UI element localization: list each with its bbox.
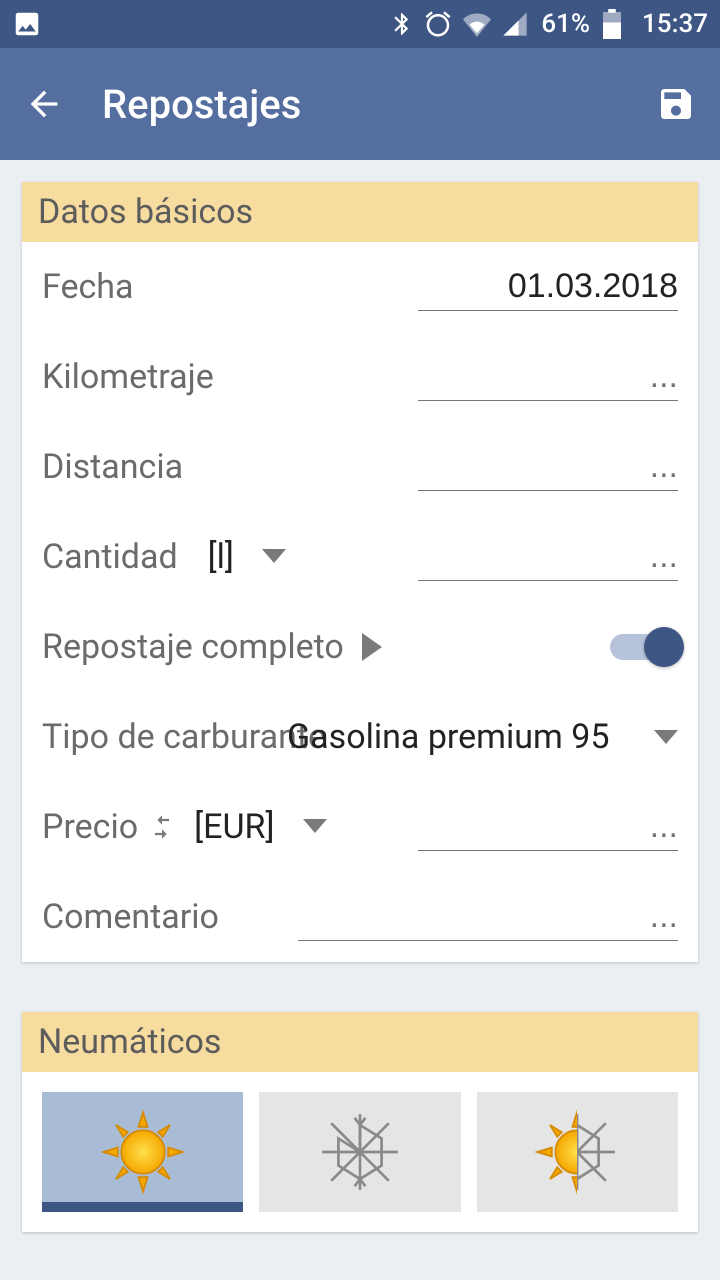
wifi-icon: [461, 10, 493, 38]
sun-icon: [98, 1107, 188, 1197]
page-title: Repostajes: [102, 81, 654, 128]
fuel-type-label: Tipo de carburante: [42, 717, 326, 757]
price-label: Precio: [42, 807, 138, 847]
quantity-label: Cantidad: [42, 537, 178, 577]
toggle-thumb: [644, 627, 684, 667]
distance-input[interactable]: [418, 443, 678, 491]
alarm-icon: [423, 9, 453, 39]
back-button[interactable]: [22, 82, 66, 126]
row-date: Fecha: [22, 242, 698, 332]
chevron-down-icon: [303, 819, 327, 833]
tires-options: [22, 1072, 698, 1232]
odometer-label: Kilometraje: [42, 357, 214, 397]
section-header-tires: Neumáticos: [22, 1012, 698, 1072]
distance-label: Distancia: [42, 447, 183, 487]
clock-time: 15:37: [642, 9, 708, 39]
swap-icon[interactable]: [148, 813, 176, 841]
battery-icon: [602, 9, 622, 39]
date-label: Fecha: [42, 267, 134, 307]
quantity-unit-select[interactable]: [l]: [208, 537, 286, 577]
sun-snow-icon: [532, 1107, 622, 1197]
full-toggle[interactable]: [610, 627, 678, 667]
price-input[interactable]: [418, 803, 678, 851]
chevron-down-icon: [654, 730, 678, 744]
content: Datos básicos Fecha Kilometraje Distanci…: [0, 160, 720, 1280]
save-icon: [656, 84, 696, 124]
row-comment: Comentario: [22, 872, 698, 962]
snowflake-icon: [315, 1107, 405, 1197]
odometer-input[interactable]: [418, 353, 678, 401]
basic-data-card: Datos básicos Fecha Kilometraje Distanci…: [22, 182, 698, 962]
app-bar: Repostajes: [0, 48, 720, 160]
row-price: Precio [EUR]: [22, 782, 698, 872]
status-bar: 61% 15:37: [0, 0, 720, 48]
comment-input[interactable]: [298, 893, 678, 941]
arrow-left-icon: [24, 84, 64, 124]
save-button[interactable]: [654, 82, 698, 126]
quantity-unit: [l]: [208, 537, 234, 577]
row-quantity: Cantidad [l]: [22, 512, 698, 602]
battery-percent: 61%: [541, 9, 590, 39]
play-right-icon[interactable]: [362, 633, 382, 661]
tire-option-summer[interactable]: [42, 1092, 243, 1212]
signal-icon: [501, 10, 529, 38]
chevron-down-icon: [262, 549, 286, 563]
row-odometer: Kilometraje: [22, 332, 698, 422]
full-label: Repostaje completo: [42, 627, 344, 667]
row-full: Repostaje completo: [22, 602, 698, 692]
bluetooth-icon: [389, 9, 415, 39]
tire-option-winter[interactable]: [259, 1092, 460, 1212]
price-unit: [EUR]: [194, 807, 274, 847]
fuel-type-value: Gasolina premium 95: [287, 717, 609, 757]
row-distance: Distancia: [22, 422, 698, 512]
comment-label: Comentario: [42, 897, 219, 937]
row-fuel-type[interactable]: Tipo de carburante Gasolina premium 95: [22, 692, 698, 782]
section-header-basic: Datos básicos: [22, 182, 698, 242]
tire-option-allseason[interactable]: [477, 1092, 678, 1212]
quantity-input[interactable]: [418, 533, 678, 581]
tires-card: Neumáticos: [22, 1012, 698, 1232]
date-input[interactable]: [418, 263, 678, 311]
image-icon: [12, 9, 42, 39]
price-unit-select[interactable]: [EUR]: [194, 807, 326, 847]
